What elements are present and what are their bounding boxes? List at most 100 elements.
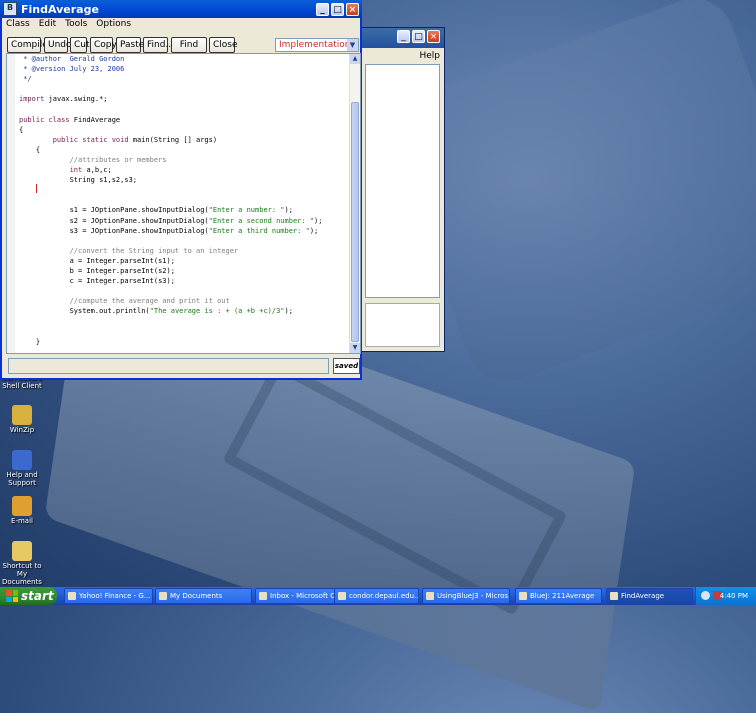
code-line[interactable] [19, 347, 351, 353]
class-diagram-pane[interactable] [365, 64, 440, 298]
code-line[interactable]: */ [19, 74, 351, 84]
object-bench-pane[interactable] [365, 303, 440, 347]
code-line[interactable]: //convert the String input to an integer [19, 246, 351, 256]
maximize-icon[interactable]: □ [412, 30, 425, 43]
taskbar-button[interactable]: Inbox - Microsoft O... [255, 588, 343, 604]
chevron-down-icon[interactable]: ▼ [347, 39, 358, 51]
code-token: * @author Gerald Gordon [19, 55, 125, 63]
taskbar-button[interactable]: Yahoo! Finance - G... [64, 588, 153, 604]
desktop-icon[interactable]: E-mail [0, 496, 44, 525]
minimize-icon[interactable]: _ [316, 2, 329, 16]
start-button[interactable]: start [0, 587, 57, 605]
menu-options[interactable]: Options [96, 19, 131, 32]
code-line[interactable] [19, 185, 351, 195]
code-line[interactable]: System.out.println("The average is : + (… [19, 306, 351, 316]
app-icon [338, 592, 346, 600]
winzip-icon [12, 405, 32, 425]
close-button[interactable]: Close [209, 37, 238, 53]
taskbar-button-label: FindAverage [621, 592, 665, 600]
app-icon [519, 592, 527, 600]
code-line[interactable]: { [19, 125, 351, 135]
code-line[interactable] [19, 236, 351, 246]
code-token: String s1,s2,s3; [19, 176, 138, 185]
find-next-button[interactable]: Find Next [171, 37, 207, 64]
menu-help[interactable]: Help [355, 48, 444, 64]
taskbar-button[interactable]: FindAverage [606, 588, 693, 604]
taskbar-button-label: Yahoo! Finance - G... [79, 592, 151, 600]
editor-gutter[interactable] [7, 54, 15, 353]
code-line[interactable]: public static void main(String [] args) [19, 135, 351, 145]
network-icon[interactable] [701, 591, 710, 600]
find-button[interactable]: Find... [143, 37, 174, 53]
undo-button[interactable]: Undo [44, 37, 72, 53]
saved-indicator: saved [333, 358, 360, 374]
email-icon [12, 496, 32, 516]
minimize-icon[interactable]: _ [397, 30, 410, 43]
editor-title-bar[interactable]: B FindAverage _ □ × [0, 0, 362, 18]
code-token: import [19, 95, 45, 104]
code-line[interactable]: { [19, 145, 351, 155]
taskbar-button[interactable]: condor.depaul.edu... [334, 588, 419, 604]
desktop-icon[interactable]: Help and Support [0, 450, 44, 487]
code-line[interactable]: b = Integer.parseInt(s2); [19, 266, 351, 276]
code-token: "Enter a third number: " [208, 226, 310, 235]
code-token: "Enter a number: " [208, 206, 285, 215]
code-line[interactable] [19, 327, 351, 337]
copy-button[interactable]: Copy [90, 37, 117, 53]
code-line[interactable]: public class FindAverage [19, 115, 351, 125]
scroll-up-icon[interactable]: ▲ [350, 54, 360, 64]
code-token: ); [284, 206, 293, 215]
editor-scrollbar[interactable]: ▲ ▼ [349, 54, 360, 353]
view-select[interactable]: Implementation ▼ [275, 38, 359, 52]
bluej-title-bar[interactable]: _ □ × [355, 28, 444, 48]
code-line[interactable] [19, 286, 351, 296]
cut-button[interactable]: Cut [70, 37, 90, 53]
code-token: FindAverage [69, 115, 121, 124]
source-code[interactable]: * @author Gerald Gordon * @version July … [19, 54, 351, 353]
code-line[interactable]: //compute the average and print it out [19, 296, 351, 306]
code-token: //convert the String input to an integer [69, 246, 239, 255]
code-line[interactable] [19, 84, 351, 94]
close-icon[interactable]: × [427, 30, 440, 43]
desktop-icon[interactable]: WinZip [0, 405, 44, 434]
code-line[interactable]: s1 = JOptionPane.showInputDialog("Enter … [19, 205, 351, 215]
code-line[interactable]: a = Integer.parseInt(s1); [19, 256, 351, 266]
compile-button[interactable]: Compile [7, 37, 48, 53]
clock[interactable]: 4:40 PM [720, 587, 748, 605]
taskbar-button[interactable]: UsingBlueJ3 - Micros... [422, 588, 510, 604]
code-line[interactable]: String s1,s2,s3; [19, 175, 351, 185]
code-line[interactable]: * @version July 23, 2006 [19, 64, 351, 74]
scrollbar-thumb[interactable] [351, 102, 359, 342]
code-token: * @version July 23, 2006 [19, 65, 125, 74]
menu-tools[interactable]: Tools [65, 19, 87, 32]
code-line[interactable] [19, 316, 351, 326]
taskbar-button[interactable]: My Documents [155, 588, 252, 604]
desktop-icon[interactable]: Shortcut to My Documents [0, 541, 44, 586]
code-line[interactable]: s3 = JOptionPane.showInputDialog("Enter … [19, 226, 351, 236]
scroll-down-icon[interactable]: ▼ [350, 343, 360, 353]
code-line[interactable]: s2 = JOptionPane.showInputDialog("Enter … [19, 216, 351, 226]
menu-edit[interactable]: Edit [39, 19, 56, 32]
code-line[interactable]: * @author Gerald Gordon [19, 54, 351, 64]
code-line[interactable] [19, 195, 351, 205]
close-icon[interactable]: × [346, 2, 359, 16]
code-line[interactable]: } [19, 337, 351, 347]
taskbar-button[interactable]: BlueJ: 211Average [515, 588, 602, 604]
menu-class[interactable]: Class [6, 19, 30, 32]
code-line[interactable]: import javax.swing.*; [19, 94, 351, 104]
paste-button[interactable]: Paste [116, 37, 144, 53]
code-token: { [19, 145, 41, 154]
editor-window[interactable]: B FindAverage _ □ × Class Edit Tools Opt… [0, 0, 362, 380]
code-line[interactable] [19, 104, 351, 114]
code-line[interactable]: c = Integer.parseInt(s3); [19, 276, 351, 286]
code-token: a = Integer.parseInt(s1); [19, 256, 175, 265]
code-token: public class [19, 115, 70, 124]
bluej-main-window[interactable]: _ □ × Help [355, 27, 445, 352]
code-token: ); [284, 307, 293, 316]
code-line[interactable]: //attributes or members [19, 155, 351, 165]
code-editor[interactable]: * @author Gerald Gordon * @version July … [6, 53, 361, 354]
maximize-icon[interactable]: □ [331, 2, 344, 16]
code-line[interactable]: int a,b,c; [19, 165, 351, 175]
